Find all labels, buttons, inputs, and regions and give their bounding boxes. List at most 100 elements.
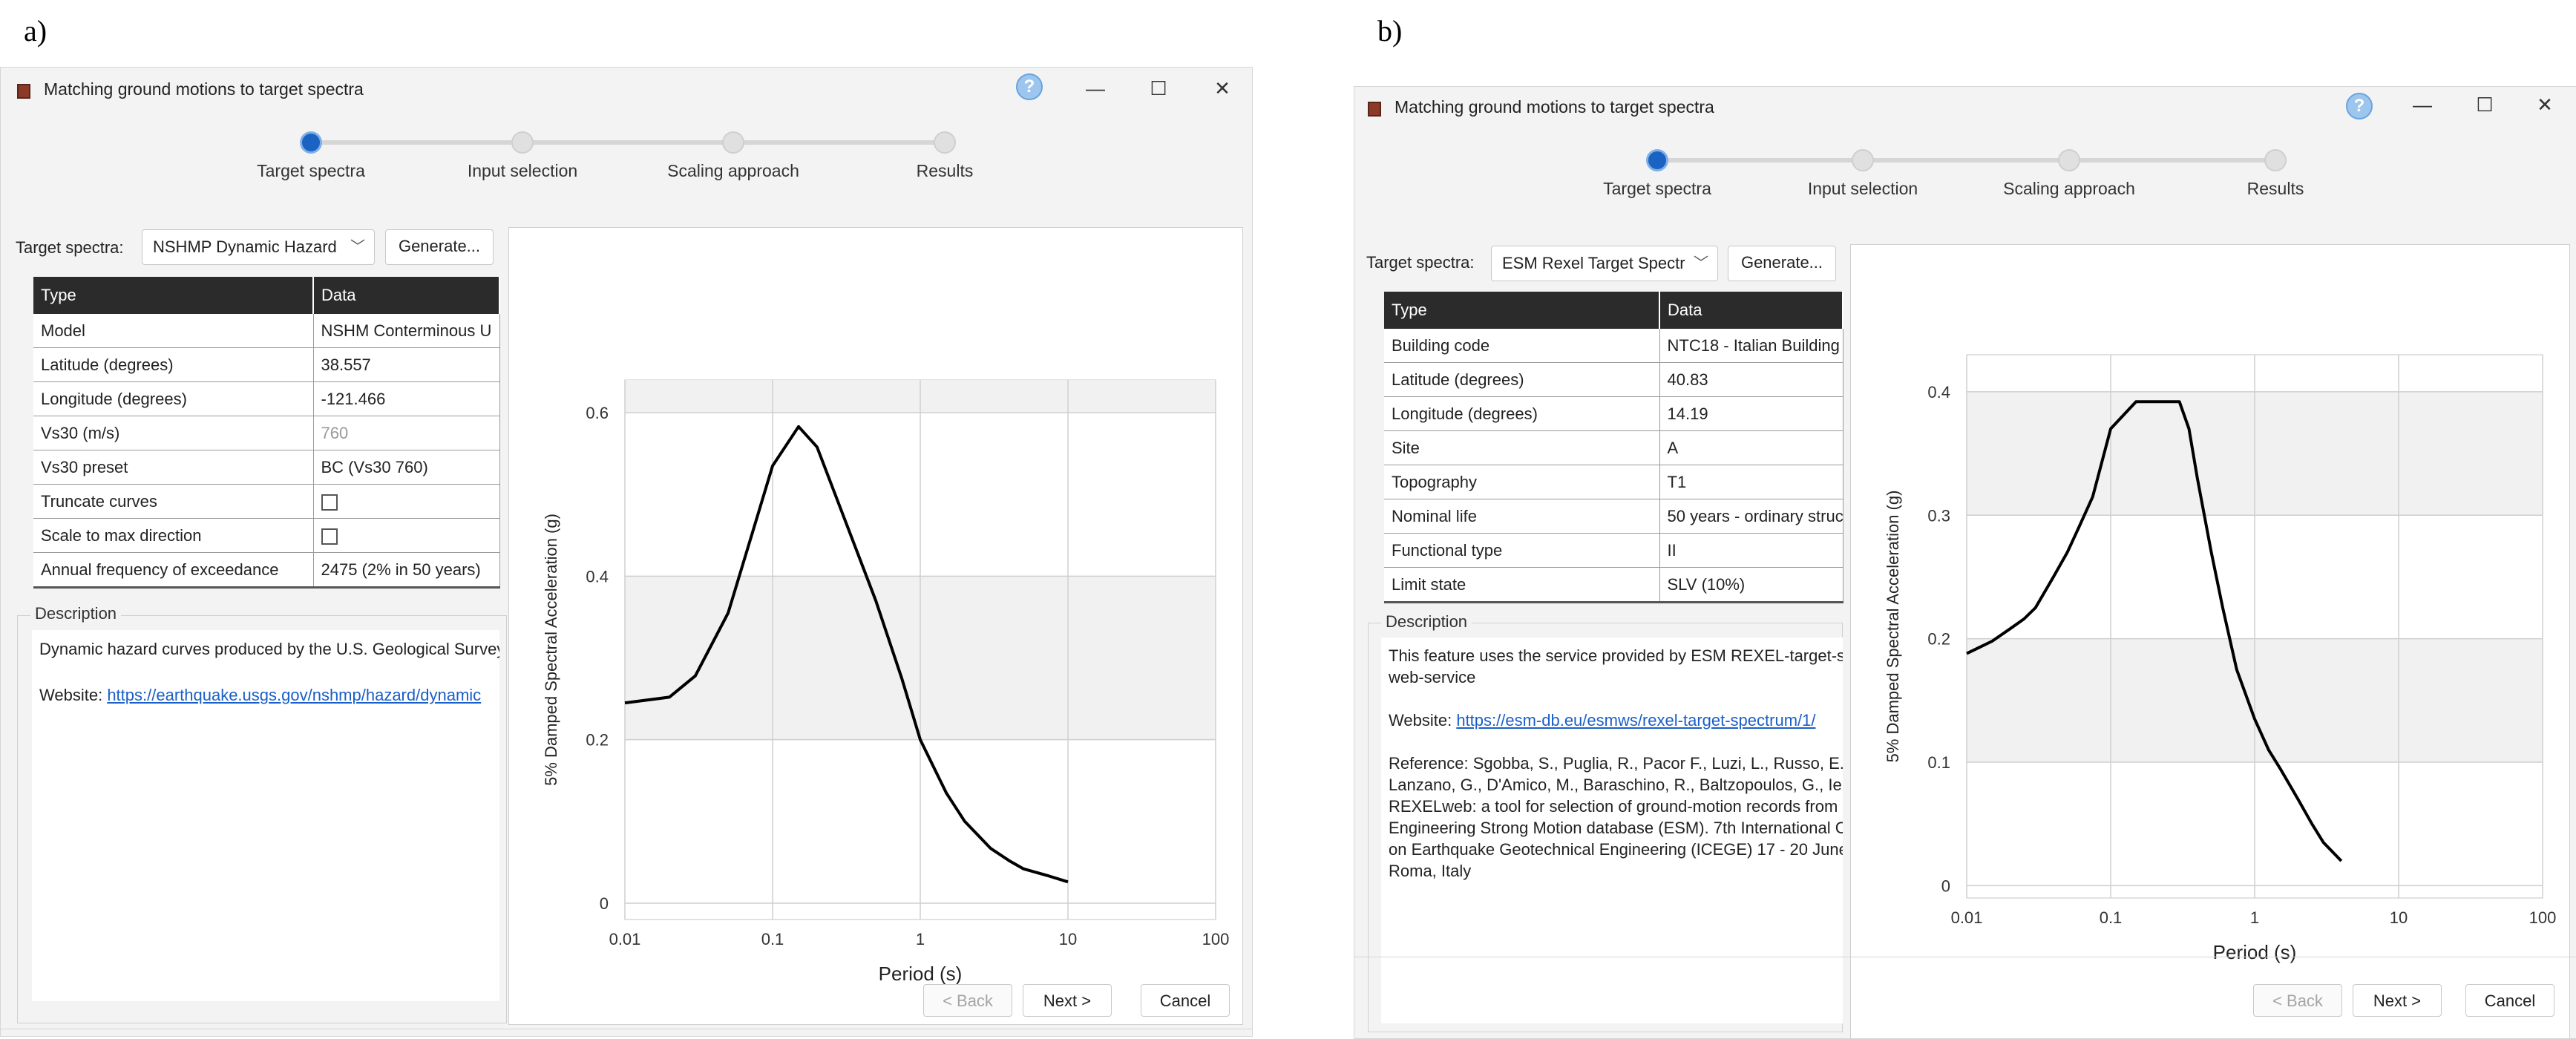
column-header-type: Type [33,277,314,314]
website-label: Website: [39,686,108,704]
back-button[interactable]: < Back [923,984,1012,1017]
truncate-curves-checkbox[interactable] [321,494,338,511]
row-data[interactable]: A [1659,430,1843,465]
y-axis-label: 5% Damped Spectral Acceleration (g) [1884,491,1902,763]
y-tick-label: 0 [600,894,609,913]
row-data[interactable]: SLV (10%) [1659,567,1843,603]
website-link[interactable]: https://earthquake.usgs.gov/nshmp/hazard… [107,686,481,704]
row-data[interactable]: II [1659,533,1843,568]
row-data[interactable]: 40.83 [1659,362,1843,397]
row-data[interactable]: 14.19 [1659,396,1843,431]
maximize-button[interactable]: ☐ [2470,90,2500,119]
target-spectra-select[interactable]: NSHMP Dynamic Hazard ﹀ [142,229,375,265]
table-header-row: Type Data [1384,292,1843,329]
generate-button[interactable]: Generate... [1728,246,1836,281]
column-header-data: Data [313,277,500,314]
description-line: on Earthquake Geotechnical Engineering (… [1389,840,1843,859]
table-row[interactable]: Limit state SLV (10%) [1384,567,1843,603]
description-line: Website: https://earthquake.usgs.gov/nsh… [39,684,492,707]
step-dot-input-selection[interactable] [1852,149,1874,171]
table-row[interactable]: Truncate curves [33,484,500,519]
cancel-button[interactable]: Cancel [1141,984,1230,1017]
step-dot-input-selection[interactable] [511,131,534,154]
website-label: Website: [1389,711,1457,730]
row-type: Site [1384,430,1660,465]
row-type: Latitude (degrees) [33,347,314,382]
x-tick-label: 0.1 [761,930,784,948]
description-line: Reference: Sgobba, S., Puglia, R., Pacor… [1389,754,1843,773]
minimize-button[interactable]: — [2408,90,2437,119]
table-row[interactable]: Annual frequency of exceedance 2475 (2% i… [33,552,500,589]
stepper-track [311,140,945,145]
wizard-window-b: Matching ground motions to target spectr… [1354,86,2576,1039]
row-data[interactable]: NTC18 - Italian Building [1659,329,1843,363]
help-icon[interactable]: ? [1016,73,1043,100]
step-label-results: Results [916,161,974,180]
minimize-button[interactable]: — [1081,73,1110,103]
title-bar: Matching ground motions to target spectr… [1354,87,2576,134]
chevron-down-icon: ﹀ [1694,255,1708,272]
x-axis-label: Period (s) [2213,941,2297,963]
cancel-button[interactable]: Cancel [2465,984,2554,1017]
step-label-input-selection: Input selection [467,161,578,180]
row-data[interactable]: NSHM Conterminous U [313,314,500,348]
table-row[interactable]: Nominal life 50 years - ordinary struc [1384,499,1843,534]
step-dot-results[interactable] [2264,149,2287,171]
target-spectra-label: Target spectra: [1366,253,1475,272]
description-line: Dynamic hazard curves produced by the U.… [39,640,499,658]
generate-button[interactable]: Generate... [385,229,494,265]
row-data[interactable]: 38.557 [313,347,500,382]
row-data[interactable]: 50 years - ordinary struc [1659,499,1843,534]
table-row[interactable]: Latitude (degrees) 38.557 [33,347,500,382]
step-dot-target-spectra[interactable] [1646,149,1668,171]
row-data[interactable]: -121.466 [313,381,500,416]
table-row[interactable]: Model NSHM Conterminous U [33,314,500,348]
table-row[interactable]: Topography T1 [1384,465,1843,499]
description-line: Website: https://esm-db.eu/esmws/rexel-t… [1389,709,1835,731]
table-row[interactable]: Site A [1384,430,1843,465]
help-icon[interactable]: ? [2346,93,2373,119]
row-type: Topography [1384,465,1660,499]
close-button[interactable]: ✕ [2530,90,2560,119]
table-row[interactable]: Vs30 preset BC (Vs30 760) [33,450,500,485]
next-button[interactable]: Next > [1023,984,1112,1017]
step-dot-results[interactable] [934,131,956,154]
panel-label-a: a) [24,14,47,47]
table-row[interactable]: Latitude (degrees) 40.83 [1384,362,1843,397]
table-row[interactable]: Scale to max direction [33,518,500,553]
description-line: REXELweb: a tool for selection of ground… [1389,797,1838,816]
table-header-row: Type Data [33,277,500,314]
maximize-button[interactable]: ☐ [1144,73,1173,103]
row-data[interactable]: 2475 (2% in 50 years) [313,552,500,589]
column-header-data: Data [1659,292,1843,329]
back-button[interactable]: < Back [2253,984,2342,1017]
step-dot-scaling-approach[interactable] [722,131,744,154]
table-row[interactable]: Building code NTC18 - Italian Building [1384,329,1843,363]
window-title: Matching ground motions to target spectr… [1394,97,1714,117]
row-type: Building code [1384,329,1660,363]
y-axis-label: 5% Damped Spectral Acceleration (g) [542,514,560,786]
row-data[interactable]: T1 [1659,465,1843,499]
table-row[interactable]: Functional type II [1384,533,1843,568]
row-data: 760 [313,416,500,450]
row-data[interactable]: BC (Vs30 760) [313,450,500,485]
step-dot-scaling-approach[interactable] [2058,149,2080,171]
target-spectra-select[interactable]: ESM Rexel Target Spectr ﹀ [1491,246,1718,281]
table-row[interactable]: Longitude (degrees) 14.19 [1384,396,1843,431]
description-line [1389,688,1835,709]
row-type: Latitude (degrees) [1384,362,1660,397]
row-type: Longitude (degrees) [1384,396,1660,431]
row-data[interactable] [313,518,500,553]
website-link[interactable]: https://esm-db.eu/esmws/rexel-target-spe… [1456,711,1815,730]
chart-area: 0.01 0.1 1 10 100 0 0.1 0.2 0.3 0.4 Period (s) 5% D… [1850,244,2570,1038]
row-data[interactable] [313,484,500,519]
next-button[interactable]: Next > [2353,984,2442,1017]
parameters-table: Type Data Building code NTC18 - Italian B… [1384,292,1843,603]
close-button[interactable]: ✕ [1207,73,1237,103]
table-row[interactable]: Vs30 (m/s) 760 [33,416,500,450]
table-row[interactable]: Longitude (degrees) -121.466 [33,381,500,416]
scale-to-max-direction-checkbox[interactable] [321,528,338,545]
description-title: Description [1381,612,1472,632]
x-tick-label: 1 [2250,908,2259,927]
step-dot-target-spectra[interactable] [300,131,322,154]
